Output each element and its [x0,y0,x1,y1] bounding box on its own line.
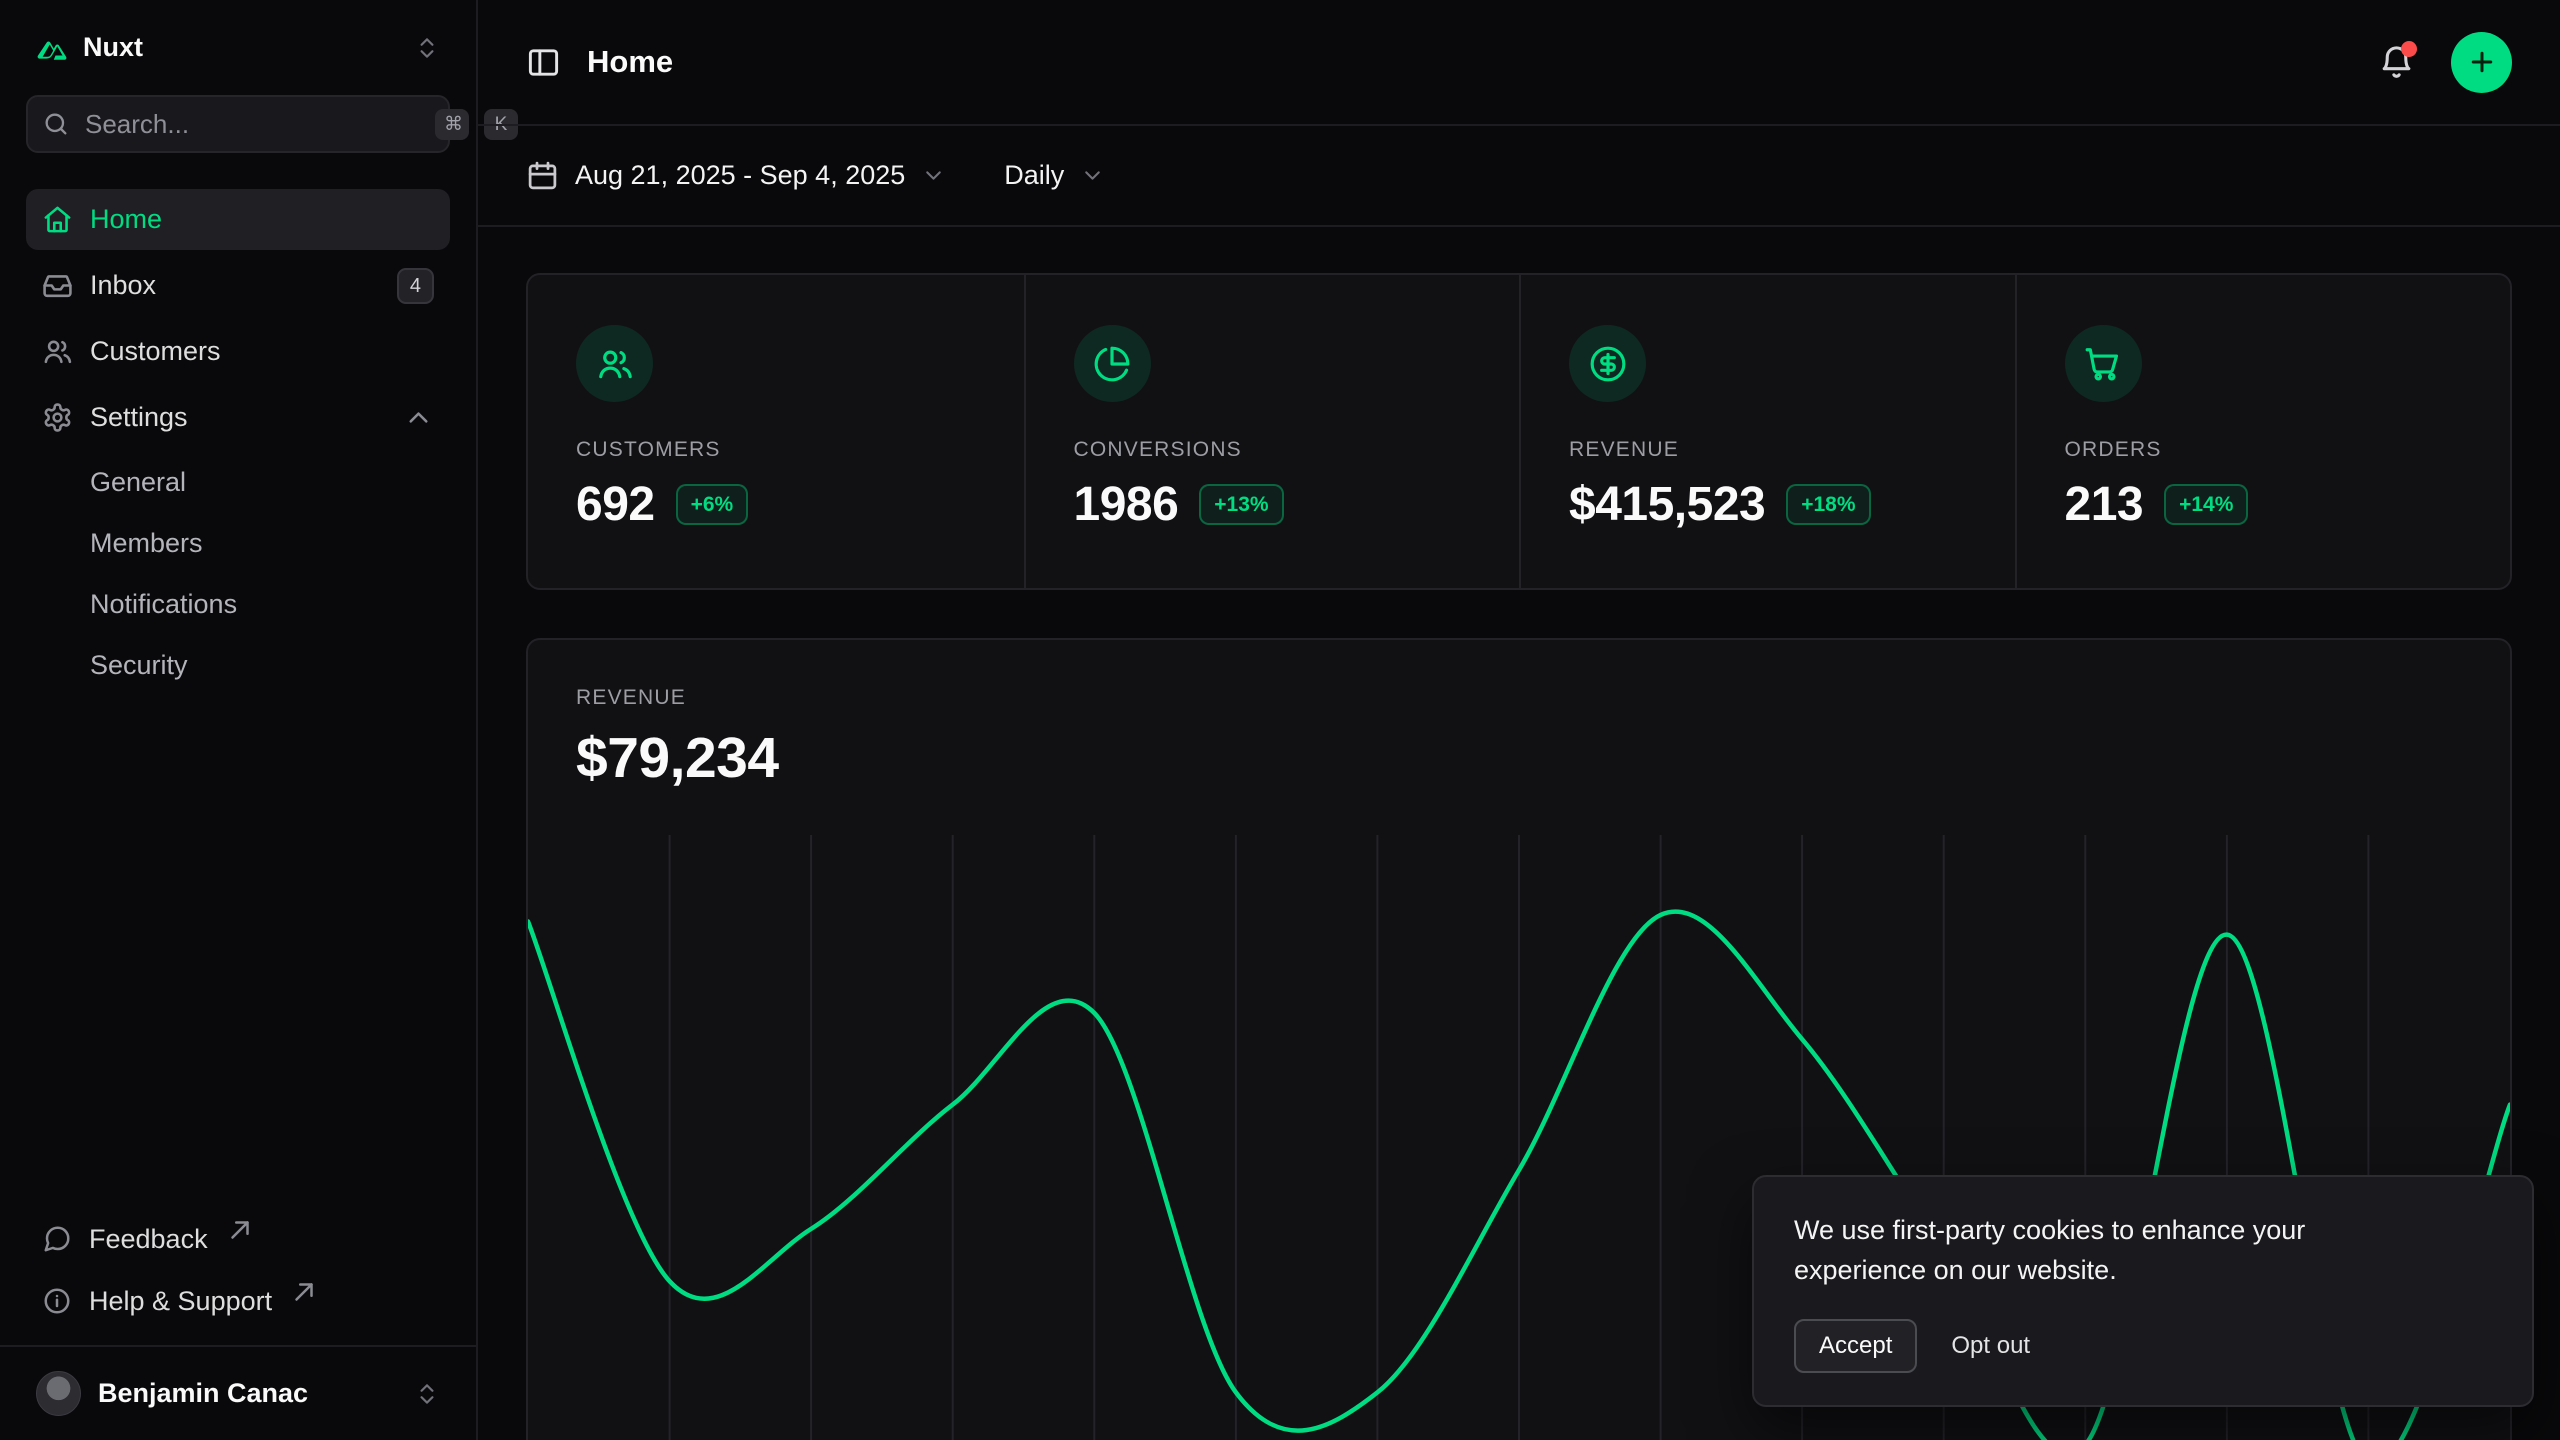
add-button[interactable] [2451,32,2512,93]
notification-dot [2401,41,2417,57]
sidebar-item-home[interactable]: Home [26,189,450,250]
stat-label: CUSTOMERS [576,438,976,462]
cookie-consent-toast: We use first-party cookies to enhance yo… [1752,1175,2534,1407]
footer-link-label: Feedback [89,1224,208,1255]
sidebar-item-security[interactable]: Security [26,636,450,694]
sidebar-item-settings[interactable]: Settings [26,387,450,448]
sidebar-item-label: Home [90,204,162,235]
sidebar-item-label: Members [90,528,203,559]
stat-revenue: REVENUE $415,523 +18% [1519,275,2015,588]
cookie-accept-button[interactable]: Accept [1794,1319,1917,1373]
cookie-optout-button[interactable]: Opt out [1951,1332,2030,1360]
settings-submenu: General Members Notifications Security [26,453,450,694]
sidebar-item-general[interactable]: General [26,453,450,511]
stat-value: 1986 [1074,477,1179,532]
main-header: Home [478,0,2560,126]
stat-label: CONVERSIONS [1074,438,1472,462]
calendar-icon [526,159,559,192]
footer-link-label: Help & Support [89,1286,272,1317]
stats-overview-card: CUSTOMERS 692 +6% CONVERSIONS 1986 +13% [526,273,2512,590]
stat-delta-badge: +14% [2164,484,2248,525]
external-link-icon [289,1277,319,1307]
help-support-link[interactable]: Help & Support [26,1271,450,1331]
stat-delta-badge: +13% [1199,484,1283,525]
user-menu-button[interactable]: Benjamin Canac [26,1363,450,1424]
sidebar-user-section: Benjamin Canac [0,1345,476,1440]
revenue-card-value: $79,234 [576,725,2462,791]
cookie-message: We use first-party cookies to enhance yo… [1794,1211,2414,1291]
nuxt-logo-icon [36,36,68,60]
sidebar-item-inbox[interactable]: Inbox 4 [26,255,450,316]
page-title: Home [587,44,673,80]
sidebar-nav: Home Inbox 4 Customers Settings [0,153,476,1209]
search-icon [42,110,70,138]
external-link-icon [225,1215,255,1245]
sidebar-item-label: General [90,467,186,498]
sidebar-item-members[interactable]: Members [26,514,450,572]
inbox-count-badge: 4 [397,268,434,304]
sidebar-footer: Feedback Help & Support [0,1209,476,1337]
revenue-card-label: REVENUE [576,686,2462,710]
circle-dollar-icon [1569,325,1646,402]
sidebar: Nuxt ⌘ K Home Inbox 4 [0,0,478,1440]
stat-orders: ORDERS 213 +14% [2015,275,2511,588]
sidebar-item-label: Notifications [90,589,237,620]
sidebar-item-label: Inbox [90,270,156,301]
feedback-link[interactable]: Feedback [26,1209,450,1269]
chart-pie-icon [1074,325,1151,402]
period-select[interactable]: Daily [1004,160,1105,191]
search-input[interactable] [85,109,420,140]
chevron-up-icon [403,402,434,433]
chevron-down-icon [1080,163,1105,188]
filters-toolbar: Aug 21, 2025 - Sep 4, 2025 Daily [478,126,2560,227]
stat-label: ORDERS [2065,438,2463,462]
stat-value: 692 [576,477,655,532]
chevrons-up-down-icon [414,35,440,61]
chat-bubble-icon [42,1224,72,1254]
home-icon [42,204,73,235]
stat-value: 213 [2065,477,2144,532]
stat-delta-badge: +6% [676,484,749,525]
stat-label: REVENUE [1569,438,1967,462]
avatar [36,1371,81,1416]
stat-delta-badge: +18% [1786,484,1870,525]
stat-conversions: CONVERSIONS 1986 +13% [1024,275,1520,588]
period-value: Daily [1004,160,1064,191]
chevrons-up-down-icon [414,1381,440,1407]
stat-customers: CUSTOMERS 692 +6% [528,275,1024,588]
sidebar-item-label: Settings [90,402,188,433]
sidebar-item-label: Customers [90,336,221,367]
users-circle-icon [576,325,653,402]
info-circle-icon [42,1286,72,1316]
user-name: Benjamin Canac [98,1378,308,1409]
search-box[interactable]: ⌘ K [26,95,450,153]
team-name: Nuxt [83,32,143,63]
inbox-icon [42,270,73,301]
kbd-meta: ⌘ [435,109,469,140]
users-icon [42,336,73,367]
sidebar-toggle-icon[interactable] [526,45,561,80]
chevron-down-icon [921,163,946,188]
sidebar-item-notifications[interactable]: Notifications [26,575,450,633]
sidebar-item-customers[interactable]: Customers [26,321,450,382]
stat-value: $415,523 [1569,477,1765,532]
date-range-picker[interactable]: Aug 21, 2025 - Sep 4, 2025 [526,159,946,192]
date-range-value: Aug 21, 2025 - Sep 4, 2025 [575,160,905,191]
gear-icon [42,402,73,433]
notifications-button[interactable] [2378,44,2415,81]
sidebar-item-label: Security [90,650,188,681]
shopping-cart-icon [2065,325,2142,402]
team-switcher[interactable]: Nuxt [26,22,450,73]
